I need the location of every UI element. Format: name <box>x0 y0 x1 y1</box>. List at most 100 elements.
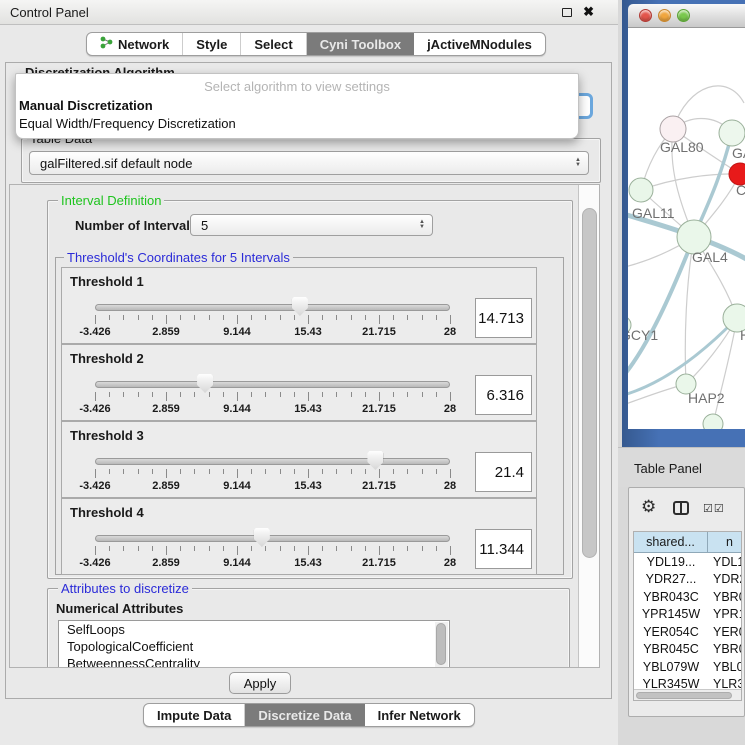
tick-mark <box>152 315 153 320</box>
apply-button[interactable]: Apply <box>229 672 291 694</box>
tick-mark <box>308 315 309 324</box>
tick-mark <box>194 315 195 320</box>
column-header-shared-name[interactable]: shared... <box>634 532 708 553</box>
tab-infer-network[interactable]: Infer Network <box>365 704 474 726</box>
network-node-label: GAL80 <box>660 139 704 155</box>
tick-mark <box>308 546 309 555</box>
threshold-value-field[interactable]: 21.4 <box>475 452 532 492</box>
select-columns-icon[interactable]: ☑☑ <box>703 502 725 515</box>
tick-mark <box>436 469 437 474</box>
tick-mark <box>407 315 408 320</box>
tab-network[interactable]: Network <box>87 33 182 55</box>
algorithm-dropdown-hint: Select algorithm to view settings <box>16 79 578 94</box>
tick-mark <box>237 546 238 555</box>
slider-track[interactable] <box>95 304 450 311</box>
tick-mark <box>209 315 210 320</box>
threshold-value-field[interactable]: 6.316 <box>475 375 532 415</box>
tab-impute-data[interactable]: Impute Data <box>144 704 244 726</box>
network-node-label: H <box>740 327 745 343</box>
threshold-value-field[interactable]: 14.713 <box>475 298 532 338</box>
tick-mark <box>166 469 167 478</box>
slider-thumb[interactable] <box>367 451 383 470</box>
tick-mark <box>393 469 394 474</box>
cell-name: YER0 <box>708 623 741 641</box>
algorithm-option-manual[interactable]: Manual Discretization <box>19 98 153 113</box>
table-row[interactable]: YBL079WYBL0 <box>634 658 741 676</box>
attributes-list-scrollbar[interactable] <box>435 622 448 668</box>
table-row[interactable]: YPR145WYPR1 <box>634 606 741 624</box>
tick-mark <box>336 315 337 320</box>
slider-thumb[interactable] <box>292 297 308 316</box>
table-row[interactable]: YBR045CYBR0 <box>634 641 741 659</box>
tab-jactivemnodules[interactable]: jActiveMNodules <box>414 33 545 55</box>
tick-mark <box>95 469 96 478</box>
threshold-value-field[interactable]: 11.344 <box>475 529 532 569</box>
tab-select[interactable]: Select <box>240 33 305 55</box>
tick-mark <box>407 546 408 551</box>
cell-shared-name: YPR145W <box>634 606 708 624</box>
cyni-toolbox-panel: Discretization Algorithm Select algorith… <box>5 62 612 699</box>
close-icon[interactable]: ✖ <box>583 4 594 20</box>
tick-mark <box>223 469 224 474</box>
column-header-name[interactable]: n <box>708 532 741 553</box>
table-data-combobox[interactable]: galFiltered.sif default node ▲▼ <box>29 151 589 175</box>
tick-label: 9.144 <box>205 480 269 492</box>
tick-mark <box>294 469 295 474</box>
scrollbar-thumb[interactable] <box>636 692 732 699</box>
control-panel-titlebar: Control Panel ✖ <box>0 0 618 25</box>
tick-mark <box>422 546 423 551</box>
tick-mark <box>351 469 352 474</box>
table-horizontal-scrollbar[interactable] <box>634 689 741 700</box>
network-node-label: GAL11 <box>632 205 675 221</box>
node-attribute-table[interactable]: shared... n YDL19...YDL1YDR27...YDR2YBR0… <box>633 531 742 701</box>
tick-mark <box>251 546 252 551</box>
number-of-intervals-combobox[interactable]: 5 ▲▼ <box>190 214 433 236</box>
tick-mark <box>251 469 252 474</box>
threshold-label: Threshold 2 <box>70 351 144 366</box>
slider-thumb[interactable] <box>197 374 213 393</box>
attribute-list-item[interactable]: SelfLoops <box>59 621 449 638</box>
network-view-canvas[interactable]: GAL80GACGAL11GAL4GCY1HHAP2 <box>628 28 745 429</box>
tick-label: 2.859 <box>134 326 198 338</box>
cell-name: YBL0 <box>708 658 741 676</box>
scrollbar-thumb[interactable] <box>436 623 446 665</box>
numerical-attributes-list[interactable]: SelfLoopsTopologicalCoefficientBetweenne… <box>58 620 450 668</box>
tab-label: Impute Data <box>157 708 231 723</box>
slider-track[interactable] <box>95 381 450 388</box>
tick-mark <box>280 315 281 320</box>
tick-mark <box>166 392 167 401</box>
slider-track[interactable] <box>95 535 450 542</box>
table-header: shared... n <box>634 532 741 553</box>
float-window-icon[interactable] <box>562 8 572 17</box>
slider-track[interactable] <box>95 458 450 465</box>
tab-discretize-data[interactable]: Discretize Data <box>244 704 364 726</box>
columns-layout-icon[interactable] <box>673 501 689 515</box>
table-row[interactable]: YDL19...YDL1 <box>634 553 741 571</box>
slider-thumb[interactable] <box>254 528 270 547</box>
table-row[interactable]: YBR043CYBR0 <box>634 588 741 606</box>
tick-mark <box>209 469 210 474</box>
table-row[interactable]: YER054CYER0 <box>634 623 741 641</box>
tick-label: 28 <box>418 480 482 492</box>
network-icon <box>100 36 113 52</box>
attribute-list-item[interactable]: BetweennessCentrality <box>59 655 449 668</box>
zoom-traffic-light-icon[interactable] <box>677 9 690 22</box>
network-edge <box>628 237 694 380</box>
tab-cyni-toolbox[interactable]: Cyni Toolbox <box>306 33 414 55</box>
minimize-traffic-light-icon[interactable] <box>658 9 671 22</box>
tick-mark <box>209 392 210 397</box>
cell-shared-name: YBR045C <box>634 641 708 659</box>
close-traffic-light-icon[interactable] <box>639 9 652 22</box>
settings-vertical-scrollbar[interactable] <box>578 185 599 667</box>
gear-icon[interactable]: ⚙ <box>641 497 656 517</box>
scrollbar-thumb[interactable] <box>582 208 597 558</box>
table-row[interactable]: YDR27...YDR2 <box>634 571 741 589</box>
cell-name: YPR1 <box>708 606 741 624</box>
tick-mark <box>95 392 96 401</box>
attribute-list-item[interactable]: TopologicalCoefficient <box>59 638 449 655</box>
network-node-label: GCY1 <box>628 327 658 343</box>
tick-mark <box>109 315 110 320</box>
tick-label: 21.715 <box>347 480 411 492</box>
tab-style[interactable]: Style <box>182 33 240 55</box>
algorithm-option-equal-width[interactable]: Equal Width/Frequency Discretization <box>19 116 236 131</box>
